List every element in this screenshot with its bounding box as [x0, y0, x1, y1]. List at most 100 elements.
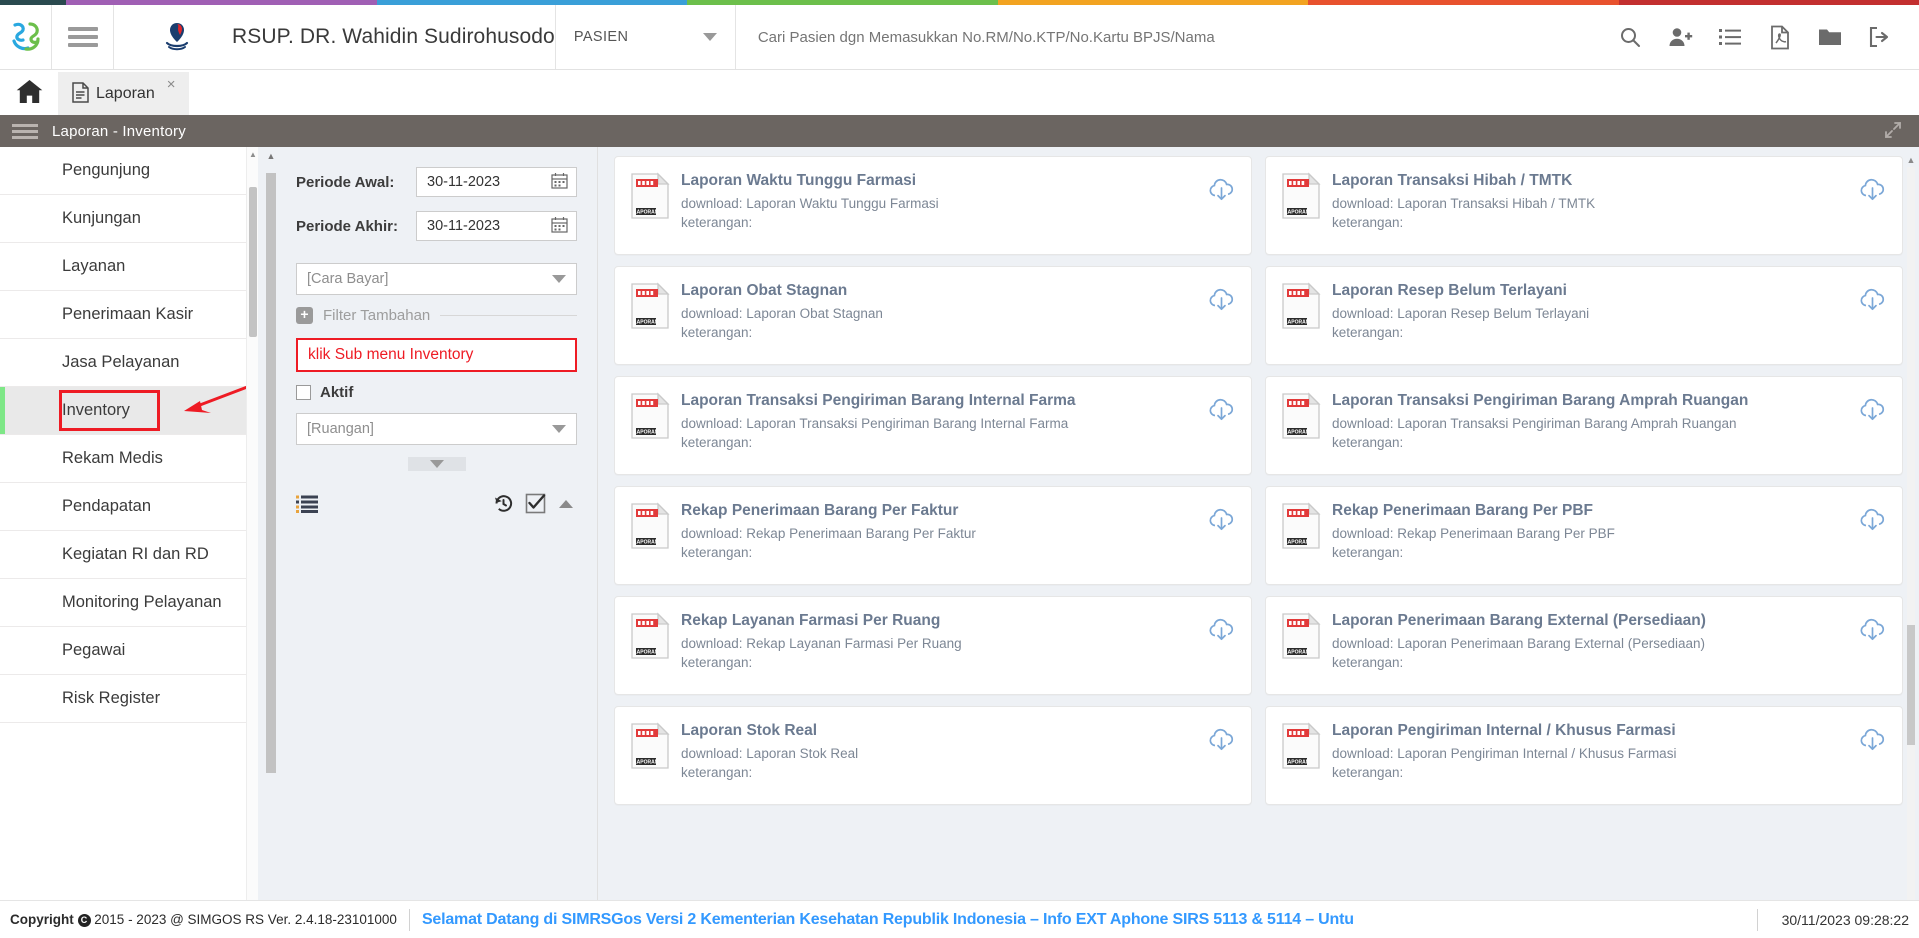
filter-scrollbar[interactable]: ▲	[264, 147, 278, 938]
sidebar-item-kegiatan-ri-dan-rd[interactable]: Kegiatan RI dan RD	[0, 531, 258, 579]
sidebar-item-kunjungan[interactable]: Kunjungan	[0, 195, 258, 243]
periode-awal-value: 30-11-2023	[427, 174, 501, 190]
search-icon[interactable]	[1605, 5, 1655, 70]
search-field-wrapper[interactable]	[736, 5, 1605, 69]
sidebar-item-risk-register[interactable]: Risk Register	[0, 675, 258, 723]
chevron-up-icon[interactable]	[557, 497, 575, 513]
cloud-download-icon[interactable]	[1205, 171, 1235, 204]
cloud-download-icon[interactable]	[1856, 721, 1886, 754]
cloud-download-icon[interactable]	[1205, 501, 1235, 534]
report-download-label: download: Laporan Transaksi Pengiriman B…	[681, 416, 1069, 431]
aktif-checkbox-row[interactable]: Aktif	[296, 384, 577, 401]
add-user-icon[interactable]	[1655, 5, 1705, 70]
list-icon[interactable]	[296, 495, 318, 516]
scroll-up-arrow-icon[interactable]: ▲	[264, 151, 278, 161]
cloud-download-icon[interactable]	[1856, 501, 1886, 534]
report-filter-panel: ▲ Periode Awal: 30-11-2023 Periode Akhir…	[258, 147, 598, 938]
patient-context-select[interactable]: PASIEN	[556, 5, 736, 69]
report-keterangan-label: keterangan:	[681, 545, 753, 560]
hamburger-icon[interactable]	[12, 121, 38, 142]
report-keterangan-label: keterangan:	[1332, 765, 1404, 780]
filter-tambahan-toggle[interactable]: + Filter Tambahan	[296, 307, 577, 324]
cloud-download-icon[interactable]	[1856, 281, 1886, 314]
divider	[408, 908, 410, 931]
cloud-download-icon[interactable]	[1205, 391, 1235, 424]
sidebar-item-inventory[interactable]: Inventory	[0, 338, 372, 435]
tab-laporan[interactable]: Laporan ×	[58, 72, 190, 115]
home-icon	[16, 79, 43, 107]
menu-toggle-button[interactable]	[52, 5, 114, 69]
sidebar-item-layanan[interactable]: Layanan	[0, 243, 258, 291]
ruangan-select[interactable]: [Ruangan]	[296, 413, 577, 445]
report-card[interactable]: LAPORAN Laporan Transaksi Pengiriman Bara…	[614, 376, 1252, 475]
calendar-icon[interactable]	[551, 216, 568, 236]
report-card[interactable]: LAPORAN Laporan Obat Stagnan download: Lap…	[614, 266, 1252, 365]
report-card[interactable]: LAPORAN Laporan Stok Real download: Lapora…	[614, 706, 1252, 805]
report-card-text: Laporan Transaksi Pengiriman Barang Ampr…	[1322, 391, 1856, 452]
cloud-download-icon[interactable]	[1205, 721, 1235, 754]
aktif-label: Aktif	[320, 384, 354, 401]
aktif-checkbox[interactable]	[296, 385, 311, 400]
cloud-download-icon[interactable]	[1856, 611, 1886, 644]
pdf-file-icon[interactable]	[1755, 5, 1805, 70]
history-icon[interactable]	[493, 493, 514, 517]
report-card[interactable]: LAPORAN Laporan Transaksi Hibah / TMTK dow…	[1265, 156, 1903, 255]
report-card[interactable]: LAPORAN Laporan Resep Belum Terlayani down…	[1265, 266, 1903, 365]
sidebar-item-label: Jasa Pelayanan	[62, 353, 180, 371]
report-card[interactable]: LAPORAN Rekap Penerimaan Barang Per Faktu…	[614, 486, 1252, 585]
sidebar-item-pendapatan[interactable]: Pendapatan	[0, 483, 258, 531]
sidebar-item-monitoring-pelayanan[interactable]: Monitoring Pelayanan	[0, 579, 258, 627]
cloud-download-icon[interactable]	[1856, 171, 1886, 204]
periode-awal-input[interactable]: 30-11-2023	[416, 167, 577, 197]
report-card[interactable]: LAPORAN Laporan Penerimaan Barang Externa…	[1265, 596, 1903, 695]
list-icon[interactable]	[1705, 5, 1755, 70]
report-download-label: download: Laporan Pengiriman Internal / …	[1332, 746, 1677, 761]
check-square-icon[interactable]	[525, 493, 546, 517]
divider	[440, 315, 577, 316]
report-card[interactable]: LAPORAN Laporan Waktu Tunggu Farmasi downl…	[614, 156, 1252, 255]
cara-bayar-select[interactable]: [Cara Bayar]	[296, 263, 577, 295]
filter-collapse-handle[interactable]	[407, 457, 466, 471]
report-card[interactable]: LAPORAN Rekap Penerimaan Barang Per PBF do…	[1265, 486, 1903, 585]
datetime-clock: 30/11/2023 09:28:22	[1781, 911, 1909, 928]
cloud-download-icon[interactable]	[1205, 281, 1235, 314]
reports-scrollbar[interactable]: ▲ ▼	[1905, 155, 1917, 938]
reports-scroll-thumb[interactable]	[1907, 625, 1915, 745]
home-tab-button[interactable]	[0, 70, 58, 115]
cloud-download-icon[interactable]	[1856, 391, 1886, 424]
report-download-label: download: Rekap Penerimaan Barang Per Fa…	[681, 526, 976, 541]
sidebar-item-jasa-pelayanan[interactable]: Jasa Pelayanan	[0, 339, 258, 387]
report-title: Rekap Layanan Farmasi Per Ruang	[681, 612, 941, 629]
filter-scroll-thumb[interactable]	[266, 173, 276, 773]
sidebar-item-pengunjung[interactable]: Pengunjung	[0, 147, 258, 195]
close-icon[interactable]: ×	[167, 76, 176, 93]
sidebar-item-penerimaan-kasir[interactable]: Penerimaan Kasir	[0, 291, 258, 339]
expand-arrows-icon[interactable]	[1883, 120, 1903, 143]
report-title: Laporan Obat Stagnan	[681, 282, 848, 299]
report-document-icon: LAPORAN	[629, 282, 671, 333]
filter-toolbar	[296, 479, 577, 527]
scroll-up-arrow-icon[interactable]: ▲	[1906, 155, 1916, 165]
report-card[interactable]: LAPORAN Rekap Layanan Farmasi Per Ruang do…	[614, 596, 1252, 695]
sidebar-scrollbar[interactable]: ▲ ▼	[246, 147, 258, 938]
sidebar-item-label: Pengunjung	[62, 161, 151, 179]
svg-text:LAPORAN: LAPORAN	[1285, 320, 1310, 326]
report-keterangan-label: keterangan:	[681, 655, 753, 670]
report-keterangan-label: keterangan:	[681, 215, 753, 230]
sidebar-item-rekam-medis[interactable]: Rekam Medis	[0, 435, 258, 483]
reports-scroll-track[interactable]	[1907, 167, 1915, 938]
report-card[interactable]: LAPORAN Laporan Transaksi Pengiriman Bara…	[1265, 376, 1903, 475]
logout-icon[interactable]	[1855, 5, 1905, 70]
sidebar-item-pegawai[interactable]: Pegawai	[0, 627, 258, 675]
scroll-up-arrow-icon[interactable]: ▲	[249, 150, 257, 159]
search-input[interactable]	[757, 28, 1605, 46]
cloud-download-icon[interactable]	[1205, 611, 1235, 644]
report-card[interactable]: LAPORAN Laporan Pengiriman Internal / Khu…	[1265, 706, 1903, 805]
calendar-icon[interactable]	[551, 172, 568, 192]
report-download-label: download: Laporan Stok Real	[681, 746, 859, 761]
periode-akhir-input[interactable]: 30-11-2023	[416, 211, 577, 241]
sidebar-scroll-thumb[interactable]	[249, 187, 257, 337]
simgos-logo-icon[interactable]	[0, 5, 52, 69]
hospital-logo-icon	[160, 19, 194, 56]
folder-icon[interactable]	[1805, 5, 1855, 70]
